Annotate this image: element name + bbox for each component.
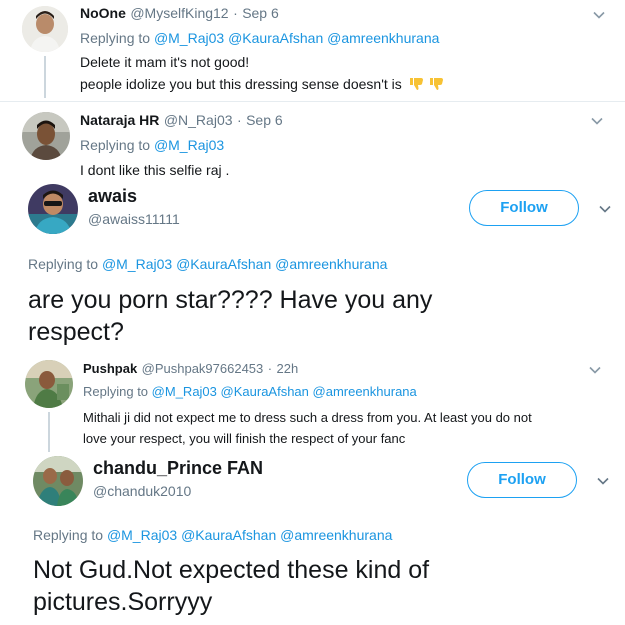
avatar[interactable] — [22, 112, 70, 160]
tweet-text-line: are you porn star???? Have you any — [28, 286, 433, 314]
display-name[interactable]: NoOne — [80, 5, 126, 21]
thumbs-down-icon — [409, 78, 423, 90]
user-handle[interactable]: @Pushpak97662453 — [142, 361, 264, 376]
mention-link[interactable]: @amreenkhurana — [327, 30, 439, 46]
mention-link[interactable]: @KauraAfshan — [176, 256, 271, 272]
tweet-text: Mithali ji did not expect me to dress su… — [83, 407, 532, 449]
chevron-down-icon[interactable] — [588, 363, 602, 377]
user-handle[interactable]: @awaiss11111 — [88, 211, 180, 227]
chevron-down-icon[interactable] — [592, 8, 606, 22]
mention-link[interactable]: @KauraAfshan — [228, 30, 323, 46]
replying-to-label: Replying to — [80, 30, 151, 46]
user-handle[interactable]: @MyselfKing12 — [130, 5, 228, 21]
user-handle[interactable]: @N_Raj03 — [164, 112, 233, 128]
tweet-text-line: respect? — [28, 318, 124, 346]
mention-link[interactable]: @amreenkhurana — [280, 527, 392, 543]
replying-to: Replying to @M_Raj03 @KauraAfshan @amree… — [28, 256, 387, 272]
avatar[interactable] — [22, 6, 68, 52]
focused-tweet-awais[interactable]: awais @awaiss11111 Follow Replying to @M… — [0, 184, 625, 350]
replying-to-label: Replying to — [28, 256, 99, 272]
replying-to: Replying to @M_Raj03 @KauraAfshan @amree… — [80, 30, 439, 46]
user-handle[interactable]: @chanduk2010 — [93, 483, 191, 499]
focused-tweet-chandu[interactable]: chandu_Prince FAN @chanduk2010 Follow Re… — [0, 454, 625, 625]
replying-to: Replying to @M_Raj03 @KauraAfshan @amree… — [33, 527, 392, 543]
tweet-date[interactable]: Sep 6 — [242, 5, 279, 21]
display-name[interactable]: awais — [88, 186, 137, 206]
mention-link[interactable]: @KauraAfshan — [221, 384, 309, 399]
thread-line — [48, 412, 50, 452]
tweet-text: Not Gud.Not expected these kind of pictu… — [33, 554, 429, 618]
display-name[interactable]: chandu_Prince FAN — [93, 458, 263, 478]
tweet-text-line: people idolize you but this dressing sen… — [80, 76, 402, 92]
replying-to-label: Replying to — [33, 527, 104, 543]
replying-to: Replying to @M_Raj03 — [80, 137, 224, 153]
tweet-text-line: love your respect, you will finish the r… — [83, 431, 406, 446]
tweet-nataraja[interactable]: Nataraja HR @N_Raj03 · Sep 6 Replying to… — [0, 102, 625, 184]
avatar[interactable] — [25, 360, 73, 408]
replying-to-label: Replying to — [80, 137, 151, 153]
follow-button[interactable]: Follow — [469, 190, 579, 226]
mention-link[interactable]: @M_Raj03 — [152, 384, 217, 399]
mention-link[interactable]: @M_Raj03 — [102, 256, 172, 272]
tweet-pushpak[interactable]: Pushpak @Pushpak97662453 · 22h Replying … — [0, 352, 625, 456]
chevron-down-icon[interactable] — [598, 202, 612, 216]
tweet-date[interactable]: Sep 6 — [246, 112, 283, 128]
mention-link[interactable]: @KauraAfshan — [181, 527, 276, 543]
tweet-text-line: Not Gud.Not expected these kind of — [33, 556, 430, 584]
replying-to: Replying to @M_Raj03 @KauraAfshan @amree… — [83, 384, 417, 399]
mention-link[interactable]: @M_Raj03 — [107, 527, 177, 543]
tweet-text: I dont like this selfie raj . — [80, 160, 229, 180]
tweet-text: are you porn star???? Have you any respe… — [28, 284, 432, 348]
tweet-noone[interactable]: NoOne @MyselfKing12 · Sep 6 Replying to … — [0, 0, 625, 100]
replying-to-label: Replying to — [83, 384, 149, 399]
follow-button[interactable]: Follow — [467, 462, 577, 498]
separator-dot: · — [236, 112, 242, 128]
thread-line — [44, 56, 46, 98]
mention-link[interactable]: @amreenkhurana — [313, 384, 417, 399]
display-name[interactable]: Pushpak — [83, 361, 137, 376]
tweet-text-line: pictures.Sorryyy — [33, 588, 213, 616]
avatar[interactable] — [28, 184, 78, 234]
tweet-text-line: Mithali ji did not expect me to dress su… — [83, 410, 532, 425]
tweet-text-line: Delete it mam it's not good! — [80, 54, 250, 70]
separator-dot: · — [267, 361, 273, 376]
chevron-down-icon[interactable] — [596, 474, 610, 488]
display-name[interactable]: Nataraja HR — [80, 112, 159, 128]
mention-link[interactable]: @M_Raj03 — [154, 137, 224, 153]
avatar[interactable] — [33, 456, 83, 506]
chevron-down-icon[interactable] — [590, 114, 604, 128]
tweet-text: Delete it mam it's not good! people idol… — [80, 52, 444, 94]
thumbs-down-icon — [429, 78, 443, 90]
tweet-date[interactable]: 22h — [277, 361, 299, 376]
mention-link[interactable]: @amreenkhurana — [275, 256, 387, 272]
mention-link[interactable]: @M_Raj03 — [154, 30, 224, 46]
separator-dot: · — [233, 5, 238, 21]
tweet-text-line: I dont like this selfie raj . — [80, 162, 230, 178]
